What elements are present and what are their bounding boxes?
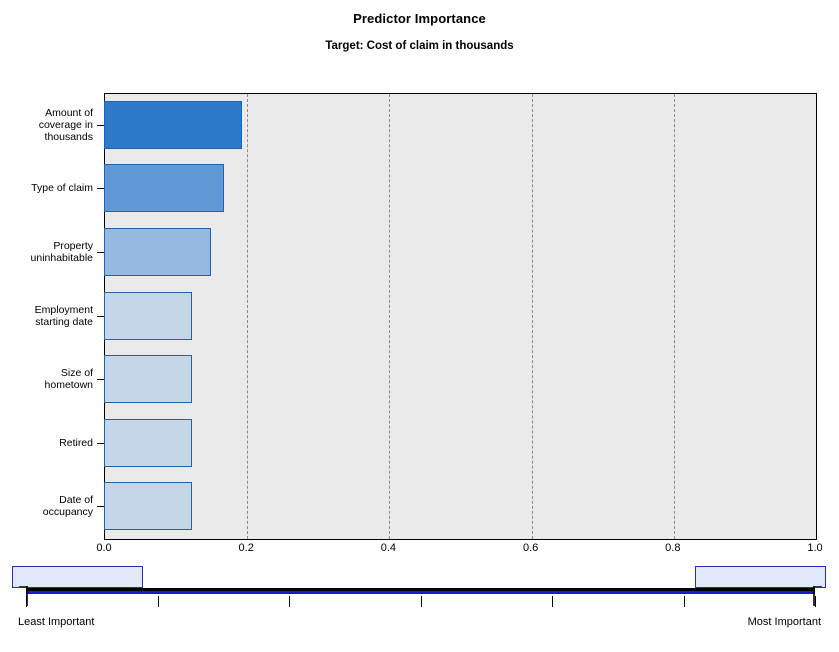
y-axis-tick bbox=[97, 188, 104, 190]
y-axis-label: Type of claim bbox=[31, 182, 93, 195]
slider-tick bbox=[289, 596, 290, 607]
y-axis-label: Property uninhabitable bbox=[30, 239, 93, 264]
y-axis-tick bbox=[97, 251, 104, 253]
slider-tick bbox=[420, 596, 422, 607]
y-axis-tick bbox=[97, 379, 104, 381]
chart-subtitle: Target: Cost of claim in thousands bbox=[325, 40, 514, 52]
bar[interactable] bbox=[104, 164, 225, 213]
y-axis: Amount of coverage in thousands Type of c… bbox=[0, 93, 104, 538]
y-axis-label: Size of hometown bbox=[44, 367, 93, 392]
y-axis-label: Date of occupancy bbox=[42, 494, 93, 519]
x-axis-tick-label: 0.0 bbox=[96, 542, 112, 554]
bar[interactable] bbox=[104, 482, 193, 531]
slider-tick bbox=[683, 596, 685, 607]
y-axis-tick bbox=[97, 124, 104, 126]
predictor-importance-chart: Predictor Importance Target: Cost of cla… bbox=[0, 0, 839, 652]
slider-label-most-important: Most Important bbox=[747, 616, 821, 628]
x-axis-tick-label: 0.2 bbox=[238, 542, 254, 554]
chart-title: Predictor Importance bbox=[353, 11, 486, 26]
y-axis-label: Amount of coverage in thousands bbox=[38, 106, 93, 143]
bars-group bbox=[104, 93, 815, 538]
slider-tick bbox=[815, 596, 816, 607]
slider-tick-marks bbox=[0, 596, 839, 610]
x-axis-tick-label: 0.6 bbox=[522, 542, 539, 554]
slider-handle-most[interactable] bbox=[695, 566, 826, 588]
slider-track-inner bbox=[26, 591, 815, 594]
bar[interactable] bbox=[104, 291, 193, 340]
slider-tick bbox=[552, 596, 553, 607]
y-axis-tick bbox=[97, 442, 104, 444]
x-axis-tick-label: 0.4 bbox=[380, 542, 397, 554]
x-axis: 0.0 0.2 0.4 0.6 0.8 1.0 bbox=[0, 540, 839, 560]
bar[interactable] bbox=[104, 418, 193, 467]
bar[interactable] bbox=[104, 355, 193, 404]
slider-tick bbox=[26, 596, 27, 607]
x-axis-tick-label: 1.0 bbox=[807, 542, 823, 554]
slider-label-least-important: Least Important bbox=[18, 616, 95, 628]
bar[interactable] bbox=[104, 100, 242, 149]
slider-tick bbox=[157, 596, 159, 607]
y-axis-tick bbox=[97, 506, 104, 508]
slider-handle-least[interactable] bbox=[12, 566, 143, 588]
y-axis-label: Retired bbox=[59, 436, 93, 449]
y-axis-label: Employment starting date bbox=[34, 303, 93, 328]
y-axis-tick bbox=[97, 315, 104, 317]
x-axis-tick-label: 0.8 bbox=[665, 542, 681, 554]
bar[interactable] bbox=[104, 227, 211, 276]
